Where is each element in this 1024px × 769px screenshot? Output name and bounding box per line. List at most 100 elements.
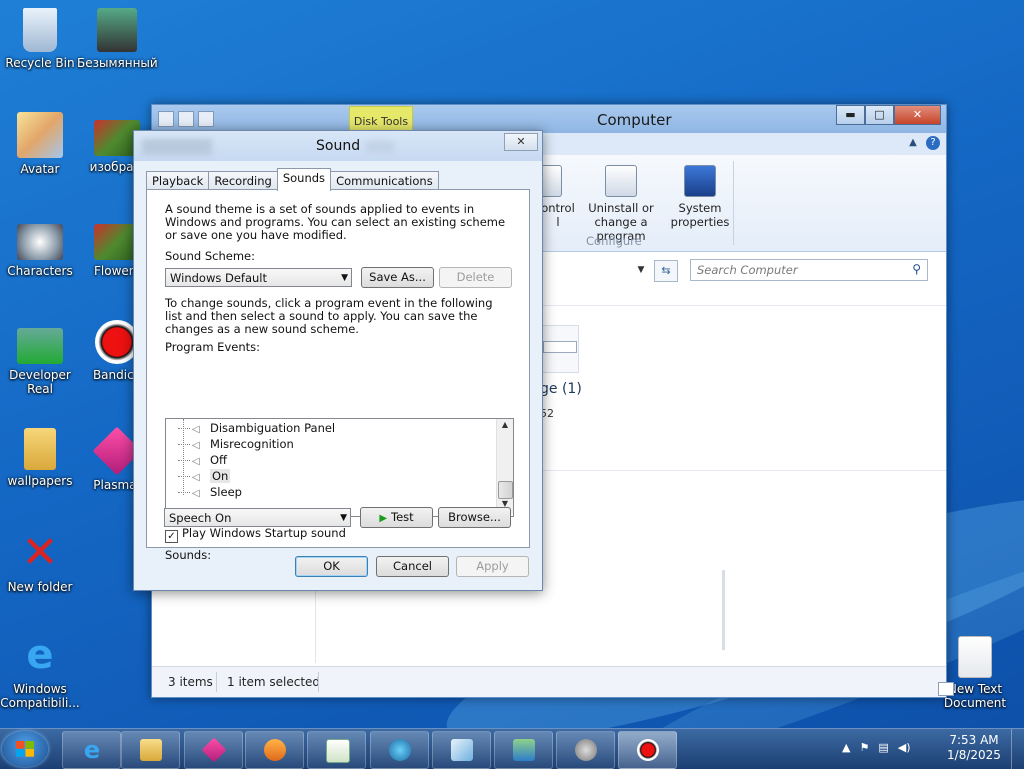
list-item-selected[interactable]: ◁ On [178,468,231,484]
delete-button[interactable]: Delete [439,267,512,288]
desktop-icon-characters[interactable]: Characters [0,224,80,278]
plasma-icon [201,737,227,763]
search-icon[interactable]: ⚲ [912,262,921,276]
list-scrollbar[interactable]: ▲ ▼ [496,419,513,514]
desktop-icon-recycle-bin[interactable]: Recycle Bin [0,8,80,70]
tab-communications[interactable]: Communications [330,171,439,191]
desktop-icon-avatar[interactable]: Avatar [0,112,80,176]
control-panel-icon [513,739,535,761]
desktop: Recycle Bin Безымянный Avatar изображ Ch… [0,0,1024,728]
window-title: Computer [597,111,672,129]
minimize-button[interactable]: ▬ [836,105,865,125]
desktop-icon-label: New folder [7,580,73,594]
desktop-icon-developer-real[interactable]: Developer Real [0,328,80,396]
drive-usage-bar [543,341,577,353]
new-folder-icon[interactable] [178,111,194,127]
browse-button[interactable]: Browse... [438,507,511,528]
windows-logo-icon [16,741,34,757]
taskbar-app-bandicam[interactable] [618,731,677,769]
text-document-icon [958,636,992,678]
desktop-icon-label: Developer Real [9,368,71,396]
taskbar-app-file[interactable] [432,731,491,769]
taskbar-app-explorer[interactable] [121,731,180,769]
show-desktop-button[interactable] [1011,729,1024,769]
apply-button[interactable]: Apply [456,556,529,577]
network-icon[interactable]: ▤ [878,741,888,754]
startup-sound-checkbox[interactable]: ✓ Play Windows Startup sound [165,526,346,543]
list-item[interactable]: ◁ Sleep [178,484,242,500]
system-properties-icon [684,165,716,197]
open-control-panel-button[interactable]: ontrol l [530,165,576,229]
uninstall-program-button[interactable]: Uninstall or change a program [572,165,670,243]
sound-select[interactable]: Speech On ▼ [164,508,351,527]
ok-button[interactable]: OK [295,556,368,577]
program-events-label: Program Events: [165,340,260,354]
refresh-button[interactable]: ⇆ [654,260,678,282]
clock[interactable]: 7:53 AM 1/8/2025 [944,733,1004,763]
desktop-icon-new-text-document[interactable]: New Text Document [935,636,1015,710]
taskbar-app-plasma[interactable] [184,731,243,769]
taskbar-app-sound[interactable] [556,731,615,769]
clock-time: 7:53 AM [949,733,999,747]
explorer-title-bar[interactable]: Disk Tools Computer ▬ □ ✕ [152,105,946,134]
flag-icon[interactable]: ⚑ [859,741,869,754]
close-button[interactable]: ✕ [894,105,941,125]
ribbon-group-label: Configure [586,234,642,248]
desktop-icon-wallpapers[interactable]: wallpapers [0,428,80,488]
list-item[interactable]: ◁ Misrecognition [178,436,294,452]
start-button[interactable] [2,731,48,767]
address-dropdown-button[interactable]: ▼ [632,261,650,279]
drive-tile[interactable] [542,325,579,373]
large-icons-view-icon[interactable] [938,682,954,696]
volume-icon[interactable]: ◀) [898,741,911,754]
instructions-text: To change sounds, click a program event … [165,296,493,336]
help-icon[interactable]: ? [926,136,940,150]
taskbar-app-browser[interactable] [370,731,429,769]
search-input[interactable]: Search Computer ⚲ [690,259,928,281]
test-label: Test [391,510,414,524]
document-icon[interactable] [198,111,214,127]
cancel-button[interactable]: Cancel [376,556,449,577]
dialog-title-bar[interactable]: Sound ✕ [134,131,542,161]
status-divider [318,672,319,692]
sound-scheme-select[interactable]: Windows Default ▼ [165,268,352,287]
checkmark-icon[interactable]: ✓ [165,530,178,543]
taskbar-app-control-panel[interactable] [494,731,553,769]
sound-dialog: Sound ✕ Playback Recording Sounds Commun… [133,130,543,591]
maximize-button[interactable]: □ [865,105,894,125]
taskbar-app-ie[interactable]: e [62,731,121,769]
desktop-icon-label: wallpapers [7,474,73,488]
group-header: ge (1) [540,381,582,397]
list-item[interactable]: ◁ Disambiguation Panel [178,420,335,436]
collapse-ribbon-icon[interactable]: ▲ [906,136,920,150]
speaker-icon: ◁ [192,488,200,499]
photo-icon [97,8,137,52]
taskbar-app-notepad[interactable] [307,731,366,769]
photo-icon [17,328,63,364]
anime-image-icon [17,112,63,158]
desktop-icon-photo[interactable]: Безымянный [77,8,158,70]
ribbon-label: l [556,215,560,229]
folder-zip-icon [24,428,56,470]
tab-recording[interactable]: Recording [208,171,278,191]
system-properties-button[interactable]: System properties [670,165,730,229]
desktop-icon-windows-compatibility[interactable]: e Windows Compatibili... [0,632,80,710]
status-item-count: 3 items [168,675,213,689]
show-hidden-icons-icon[interactable]: ▲ [842,741,850,754]
list-item[interactable]: ◁ Off [178,452,227,468]
save-as-button[interactable]: Save As... [361,267,434,288]
scroll-thumb[interactable] [498,481,513,499]
properties-icon[interactable] [158,111,174,127]
browser-icon [389,739,411,761]
program-events-list[interactable]: ◁ Disambiguation Panel ◁ Misrecognition ◁ O… [165,418,514,517]
dialog-close-button[interactable]: ✕ [504,133,538,151]
taskbar-app-media[interactable] [245,731,304,769]
ribbon-label: System properties [670,201,730,229]
desktop-icon-new-folder[interactable]: ✕ New folder [0,530,80,595]
scroll-up-icon[interactable]: ▲ [497,420,513,434]
ie-icon: e [26,632,54,678]
tab-sounds[interactable]: Sounds [276,168,332,191]
tab-playback[interactable]: Playback [146,171,210,191]
test-button[interactable]: ▶ Test [360,507,433,528]
desktop-icon-label: Безымянный [77,56,158,70]
